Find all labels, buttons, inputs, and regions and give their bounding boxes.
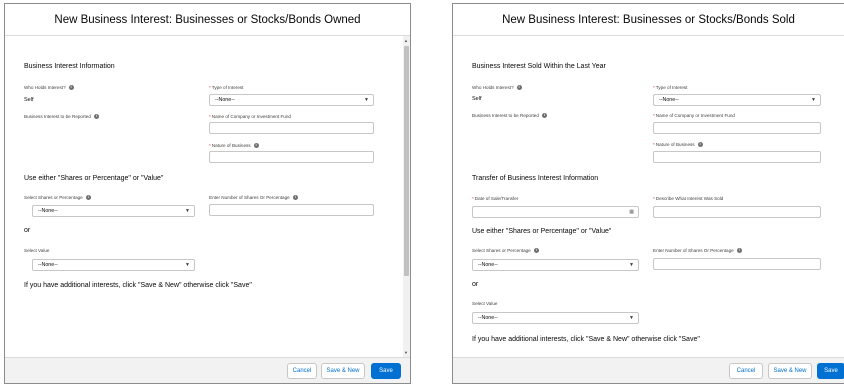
chevron-down-icon: ▼ [185, 208, 190, 214]
enter-number-input[interactable] [209, 204, 374, 216]
info-icon[interactable]: i [253, 143, 259, 148]
modal-footer: Cancel Save & New Save [453, 357, 844, 383]
info-icon[interactable]: i [68, 85, 74, 90]
save-new-button[interactable]: Save & New [321, 363, 365, 379]
nature-input[interactable] [653, 151, 821, 163]
type-label: * Type of Interest [209, 85, 244, 90]
select-value-label: Select Value [472, 301, 498, 306]
calendar-icon[interactable]: ▦ [629, 209, 634, 215]
date-input[interactable]: ▦ [472, 206, 639, 218]
enter-number-input[interactable] [653, 258, 821, 270]
use-either-heading: Use either "Shares or Percentage" or "Va… [472, 228, 612, 235]
modal-title: New Business Interest: Businesses or Sto… [5, 4, 410, 36]
cancel-button[interactable]: Cancel [287, 363, 317, 379]
who-holds-value: Self [472, 96, 482, 102]
or-text: or [24, 227, 31, 234]
modal-title: New Business Interest: Businesses or Sto… [453, 4, 844, 36]
company-label: * Name of Company or Investment Fund [209, 114, 291, 119]
transfer-section-heading: Transfer of Business Interest Informatio… [472, 175, 599, 182]
describe-input[interactable] [653, 206, 821, 218]
info-icon[interactable]: i [292, 195, 298, 200]
or-text: or [472, 281, 479, 288]
chevron-down-icon: ▼ [629, 262, 634, 268]
info-icon[interactable]: i [541, 113, 547, 118]
chevron-down-icon: ▼ [811, 97, 816, 103]
type-label: * Type of Interest [653, 85, 688, 90]
who-holds-value: Self [24, 97, 34, 103]
save-new-button[interactable]: Save & New [768, 363, 812, 379]
save-button[interactable]: Save [817, 363, 844, 379]
scroll-up-icon[interactable]: ▲ [404, 38, 408, 43]
select-value-label: Select Value [24, 248, 50, 253]
enter-number-label: Enter Number of Shares Or Percentage i [653, 248, 742, 253]
chevron-down-icon: ▼ [185, 262, 190, 268]
business-reported-label: Business Interest to be Reported i [472, 113, 547, 118]
info-icon[interactable]: i [516, 85, 522, 90]
nature-label: * Nature of Business i [653, 142, 703, 147]
scroll-down-icon[interactable]: ▼ [404, 350, 408, 355]
info-icon[interactable]: i [85, 195, 91, 200]
select-shares-label: Select Shares or Percentage i [24, 195, 91, 200]
owned-modal: New Business Interest: Businesses or Sto… [4, 3, 411, 384]
chevron-down-icon: ▼ [364, 97, 369, 103]
scrollbar[interactable]: ▲ ▼ [403, 36, 410, 357]
nature-input[interactable] [209, 151, 374, 163]
save-button[interactable]: Save [371, 363, 401, 379]
company-input[interactable] [653, 122, 821, 134]
enter-number-label: Enter Number of Shares Or Percentage i [209, 195, 298, 200]
who-holds-label: Who Holds Interest? i [472, 85, 522, 90]
select-shares-label: Select Shares or Percentage i [472, 248, 539, 253]
additional-text: If you have additional interests, click … [472, 336, 700, 343]
info-icon[interactable]: i [533, 248, 539, 253]
business-reported-label: Business Interest to be Reported i [24, 114, 99, 119]
chevron-down-icon: ▼ [629, 315, 634, 321]
company-label: * Name of Company or Investment Fund [653, 113, 735, 118]
additional-text: If you have additional interests, click … [24, 282, 252, 289]
type-select[interactable]: --None-- ▼ [653, 94, 821, 106]
who-holds-label: Who Holds Interest? i [24, 85, 74, 90]
cancel-button[interactable]: Cancel [729, 363, 763, 379]
section-heading-info: Business Interest Information [24, 63, 115, 70]
select-value-select[interactable]: --None-- ▼ [472, 312, 639, 324]
info-icon[interactable]: i [93, 114, 99, 119]
scrollbar-thumb[interactable] [404, 46, 409, 276]
select-shares-select[interactable]: --None-- ▼ [472, 259, 639, 271]
info-icon[interactable]: i [697, 142, 703, 147]
company-input[interactable] [209, 122, 374, 134]
modal-footer: Cancel Save & New Save [5, 357, 410, 383]
select-value-select[interactable]: --None-- ▼ [32, 259, 195, 271]
date-label: * Date of Sale/Transfer [472, 196, 519, 201]
describe-label: * Describe What Interest Was Sold [653, 196, 724, 201]
type-select[interactable]: --None-- ▼ [209, 94, 374, 106]
select-shares-select[interactable]: --None-- ▼ [32, 205, 195, 217]
use-either-heading: Use either "Shares or Percentage" or "Va… [24, 175, 164, 182]
section-heading-sold: Business Interest Sold Within the Last Y… [472, 63, 606, 70]
nature-label: * Nature of Business i [209, 143, 259, 148]
sold-modal: New Business Interest: Businesses or Sto… [452, 3, 844, 384]
info-icon[interactable]: i [736, 248, 742, 253]
